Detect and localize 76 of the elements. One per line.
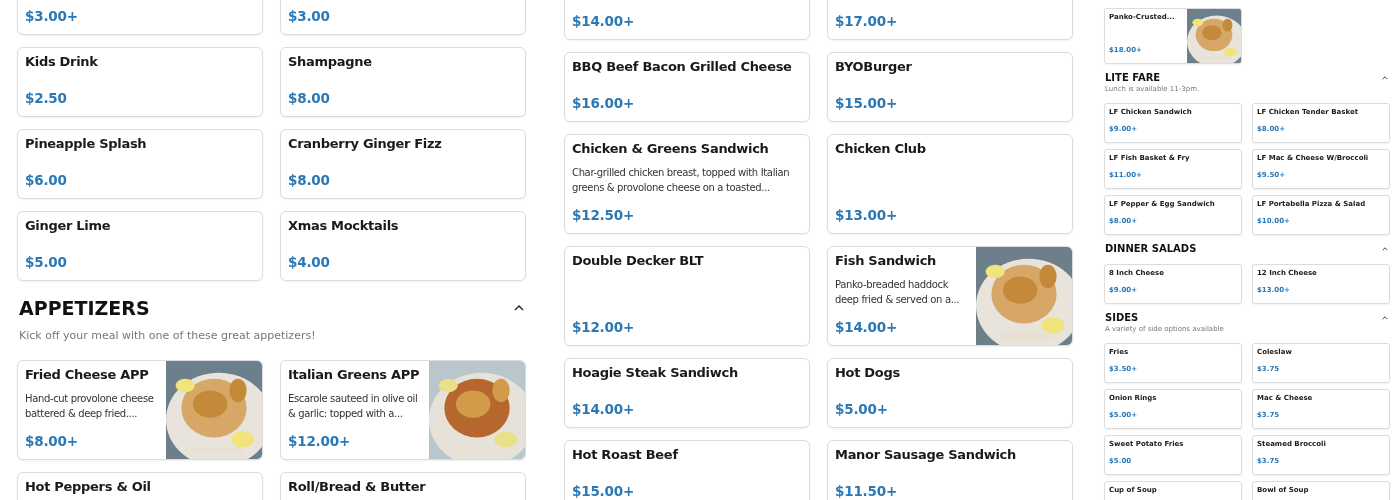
- item-name: Cranberry Ginger Fizz: [288, 136, 443, 152]
- item-price: $14.00+: [572, 400, 635, 417]
- item-price: $15.00+: [572, 482, 635, 499]
- section-title: APPETIZERS: [19, 297, 150, 319]
- item-price: $12.00+: [288, 432, 351, 449]
- item-name: Kids Drink: [25, 54, 99, 70]
- collapse-caret-icon[interactable]: [514, 305, 524, 311]
- item-price: $5.00+: [835, 400, 889, 417]
- menu-item-card[interactable]: Hot Roast Beef $15.00+: [564, 440, 810, 500]
- section-title: DINNER SALADS: [1105, 243, 1197, 254]
- item-name: BYOBurger: [835, 59, 913, 75]
- menu-item-card[interactable]: Hot Peppers & Oil: [17, 472, 263, 500]
- menu-item-card[interactable]: Shampagne $8.00: [280, 47, 526, 117]
- menu-item-card[interactable]: Hot Dogs $5.00+: [827, 358, 1073, 428]
- item-name: Roll/Bread & Butter: [288, 479, 427, 495]
- item-price: $4.00: [288, 253, 331, 270]
- item-name: Fried Cheese APP: [25, 367, 150, 383]
- item-description: Char-grilled chicken breast, topped with Italian greens & provolone cheese on a toasted...: [572, 166, 791, 195]
- menu-item-card[interactable]: BBQ Beef Bacon Grilled Cheese $16.00+: [564, 52, 810, 122]
- item-name: Hot Peppers & Oil: [25, 479, 152, 495]
- menu-item-card[interactable]: Kids Drink $2.50: [17, 47, 263, 117]
- item-price: $13.00+: [835, 206, 898, 223]
- menu-item-card[interactable]: Roll/Bread & Butter: [280, 472, 526, 500]
- menu-item-card[interactable]: $14.00+: [564, 0, 810, 40]
- item-price: $5.00: [25, 253, 68, 270]
- item-price: $12.00+: [572, 318, 635, 335]
- item-price: $17.00+: [835, 12, 898, 29]
- menu-item-card[interactable]: Pineapple Splash $6.00: [17, 129, 263, 199]
- item-name: Double Decker BLT: [572, 253, 705, 269]
- item-name: Hot Roast Beef: [572, 447, 680, 463]
- section-description: Kick off your meal with one of these great appetizers!: [19, 329, 317, 342]
- menu-item-card[interactable]: Double Decker BLT $12.00+: [564, 246, 810, 346]
- menu-item-card[interactable]: $3.00+: [17, 0, 263, 35]
- menu-item-card[interactable]: Chicken & Greens Sandwich Char-grilled chicken breast, topped with Italian greens & provolone cheese on a toasted... $12.50+: [564, 134, 810, 234]
- item-price: $15.00+: [835, 94, 898, 111]
- item-name: Ginger Lime: [25, 218, 112, 234]
- item-price: $14.00+: [835, 318, 898, 335]
- item-description: Hand-cut provolone cheese battered & deep fried....: [25, 392, 155, 421]
- item-price: $6.00: [25, 171, 68, 188]
- item-name: Pineapple Splash: [25, 136, 148, 152]
- item-name: Hoagie Steak Sandiwch: [572, 365, 739, 381]
- item-price: $16.00+: [572, 94, 635, 111]
- item-price: $8.00: [288, 89, 331, 106]
- item-price: $3.00: [288, 7, 331, 24]
- menu-item-card[interactable]: Xmas Mocktails $4.00: [280, 211, 526, 281]
- menu-item-card[interactable]: Manor Sausage Sandwich $11.50+: [827, 440, 1073, 500]
- item-name: BBQ Beef Bacon Grilled Cheese: [572, 59, 793, 75]
- item-description: Escarole sauteed in olive oil & garlic: topped with a...: [288, 392, 419, 421]
- menu-item-card[interactable]: Ginger Lime $5.00: [17, 211, 263, 281]
- item-name: Italian Greens APP: [288, 367, 421, 383]
- menu-item-card[interactable]: $3.00: [280, 0, 526, 35]
- item-price: $2.50: [25, 89, 68, 106]
- item-price: $8.00+: [25, 432, 79, 449]
- item-description: Panko-breaded haddock deep fried & served on a...: [835, 278, 961, 307]
- item-name: Chicken Club: [835, 141, 927, 157]
- item-price: $8.00: [288, 171, 331, 188]
- menu-item-card[interactable]: Cranberry Ginger Fizz $8.00: [280, 129, 526, 199]
- menu-item-card[interactable]: Chicken Club $13.00+: [827, 134, 1073, 234]
- item-name: Hot Dogs: [835, 365, 901, 381]
- item-name: Shampagne: [288, 54, 373, 70]
- menu-item-card[interactable]: Hoagie Steak Sandiwch $14.00+: [564, 358, 810, 428]
- menu-item-card[interactable]: $17.00+: [827, 0, 1073, 40]
- item-name: Xmas Mocktails: [288, 218, 400, 234]
- menu-item-card[interactable]: Fried Cheese APP Hand-cut provolone cheese battered & deep fried.... $8.00+: [17, 360, 263, 460]
- menu-item-card[interactable]: Italian Greens APP Escarole sauteed in olive oil & garlic: topped with a... $12.00+: [280, 360, 526, 460]
- menu-item-card[interactable]: Fish Sandwich Panko-breaded haddock deep fried & served on a... $14.00+: [827, 246, 1073, 346]
- item-name: Fish Sandwich: [835, 253, 938, 269]
- item-price: $3.00+: [25, 7, 79, 24]
- item-price: $14.00+: [572, 12, 635, 29]
- item-name: Chicken & Greens Sandwich: [572, 141, 770, 157]
- item-price: $11.50+: [835, 482, 898, 499]
- section-title: LITE FARE: [1105, 72, 1161, 83]
- item-price: $12.50+: [572, 206, 635, 223]
- item-name: Manor Sausage Sandwich: [835, 447, 1017, 463]
- section-title: SIDES: [1105, 312, 1139, 323]
- menu-item-card[interactable]: BYOBurger $15.00+: [827, 52, 1073, 122]
